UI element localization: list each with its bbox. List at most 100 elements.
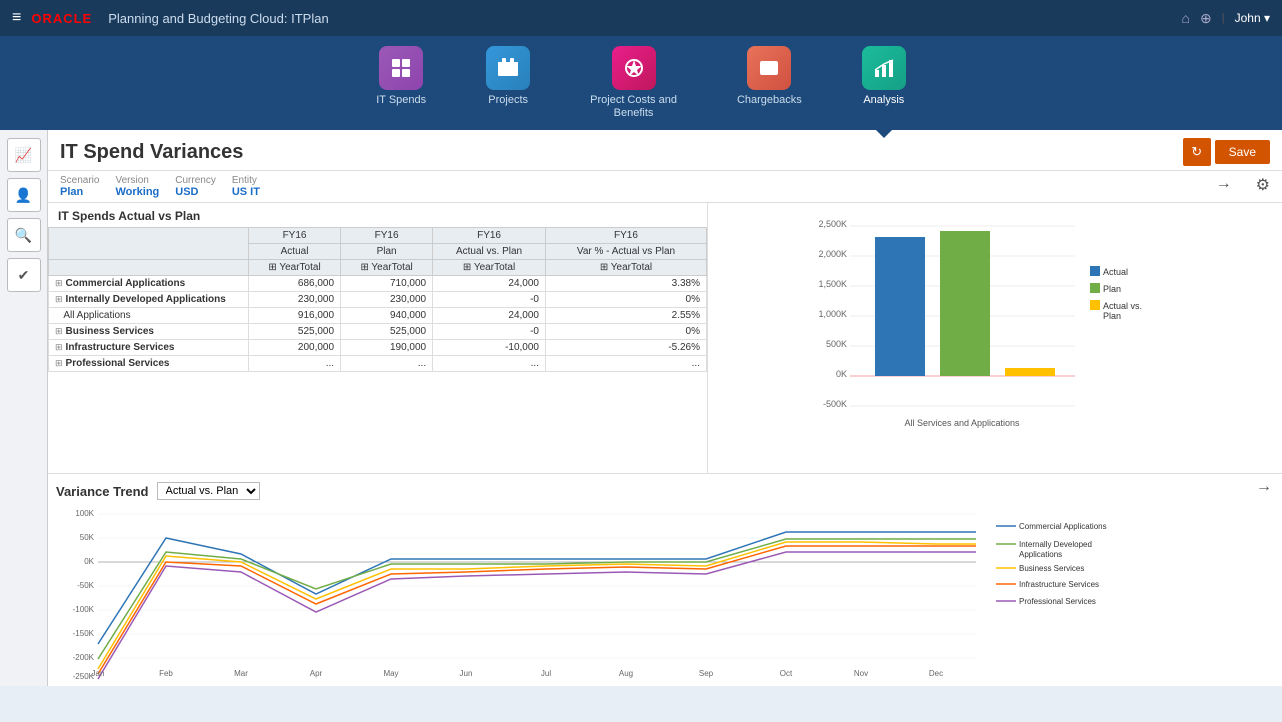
chargebacks-label: Chargebacks	[737, 94, 802, 107]
trend-nav-arrow[interactable]: →	[1256, 478, 1272, 496]
svg-text:Jun: Jun	[460, 669, 473, 678]
table-title: IT Spends Actual vs Plan	[48, 203, 707, 227]
main-area: 📈 👤 🔍 ✔ IT Spend Variances ↻ Save Scenar…	[0, 130, 1282, 686]
row-label: All Applications	[49, 308, 249, 324]
col-sub-0	[49, 260, 249, 276]
svg-text:Apr: Apr	[310, 669, 323, 678]
top-bar: ≡ ORACLE Planning and Budgeting Cloud: I…	[0, 0, 1282, 36]
svg-text:Infrastructure Services: Infrastructure Services	[1019, 580, 1099, 589]
cell-value: 24,000	[433, 276, 546, 292]
cell-value: 200,000	[249, 340, 341, 356]
line-internal	[98, 539, 976, 659]
svg-text:Nov: Nov	[854, 669, 868, 678]
col-type-1: Actual	[249, 244, 341, 260]
cell-value: 230,000	[341, 292, 433, 308]
cell-value: -10,000	[433, 340, 546, 356]
row-label: ⊞Professional Services	[49, 356, 249, 372]
col-fy-3: FY16	[433, 228, 546, 244]
top-bar-icons: ⌂ ⊕ | John ▾	[1182, 10, 1270, 27]
oracle-logo: ORACLE	[31, 11, 92, 26]
entity-meta: Entity US IT	[232, 175, 260, 198]
line-business	[98, 542, 976, 669]
row-label: ⊞Internally Developed Applications	[49, 292, 249, 308]
svg-text:Plan: Plan	[1103, 284, 1121, 294]
svg-text:May: May	[383, 669, 398, 678]
col-fy-4: FY16	[545, 228, 706, 244]
trend-section: Variance Trend Actual vs. Plan Actual Pl…	[48, 473, 1282, 686]
entity-value[interactable]: US IT	[232, 186, 260, 198]
save-button[interactable]: Save	[1215, 140, 1270, 164]
cell-value: ...	[545, 356, 706, 372]
nav-icons: IT Spends Projects Project Costs and Ben…	[0, 36, 1282, 130]
svg-text:All Services and Applications: All Services and Applications	[904, 418, 1020, 428]
app-title: Planning and Budgeting Cloud: ITPlan	[108, 11, 1171, 26]
version-value[interactable]: Working	[115, 186, 159, 198]
svg-text:0K: 0K	[836, 369, 847, 379]
refresh-button[interactable]: ↻	[1183, 138, 1211, 166]
svg-text:Feb: Feb	[159, 669, 173, 678]
project-costs-icon	[612, 46, 656, 90]
line-chart-svg: 100K 50K 0K -50K -100K -150K -200K -250K	[56, 504, 1156, 684]
svg-text:-150K: -150K	[73, 629, 95, 638]
nav-item-project-costs[interactable]: Project Costs and Benefits	[560, 36, 707, 130]
home-icon[interactable]: ⌂	[1182, 10, 1190, 26]
sidebar-btn-check[interactable]: ✔	[7, 258, 41, 292]
col-fy-1: FY16	[249, 228, 341, 244]
bar-chart-section: 2,500K 2,000K 1,500K 1,000K 500K 0K -500…	[708, 203, 1282, 473]
svg-text:Applications: Applications	[1019, 550, 1062, 559]
cell-value: 940,000	[341, 308, 433, 324]
user-menu[interactable]: John ▾	[1235, 11, 1270, 25]
line-commercial	[98, 532, 976, 644]
scenario-label: Scenario	[60, 175, 99, 186]
bar-chart-svg: 2,500K 2,000K 1,500K 1,000K 500K 0K -500…	[716, 211, 1274, 431]
nav-forward-btn[interactable]: →	[1216, 175, 1232, 198]
svg-text:Aug: Aug	[619, 669, 633, 678]
svg-text:1,500K: 1,500K	[818, 279, 847, 289]
col-sub-2: ⊞ YearTotal	[341, 260, 433, 276]
cell-value: 710,000	[341, 276, 433, 292]
col-sub-1: ⊞ YearTotal	[249, 260, 341, 276]
table-row: ⊞Professional Services............	[49, 356, 707, 372]
globe-icon[interactable]: ⊕	[1200, 10, 1212, 27]
svg-text:Actual: Actual	[1103, 267, 1128, 277]
sidebar-btn-search[interactable]: 🔍	[7, 218, 41, 252]
svg-text:Dec: Dec	[929, 669, 943, 678]
svg-text:50K: 50K	[80, 533, 95, 542]
cell-value: 0%	[545, 324, 706, 340]
cell-value: 230,000	[249, 292, 341, 308]
table-row: ⊞Commercial Applications686,000710,00024…	[49, 276, 707, 292]
nav-item-chargebacks[interactable]: Chargebacks	[707, 36, 832, 130]
cell-value: 525,000	[341, 324, 433, 340]
row-label: ⊞Infrastructure Services	[49, 340, 249, 356]
nav-item-analysis[interactable]: Analysis	[832, 36, 936, 130]
cell-value: 24,000	[433, 308, 546, 324]
svg-text:0K: 0K	[84, 557, 94, 566]
svg-text:Internally Developed: Internally Developed	[1019, 540, 1092, 549]
scenario-value[interactable]: Plan	[60, 186, 99, 198]
cell-value: 2.55%	[545, 308, 706, 324]
svg-text:1,000K: 1,000K	[818, 309, 847, 319]
cell-value: ...	[433, 356, 546, 372]
chargebacks-icon	[747, 46, 791, 90]
sidebar: 📈 👤 🔍 ✔	[0, 130, 48, 686]
nav-item-projects[interactable]: Projects	[456, 36, 560, 130]
settings-icon[interactable]: ⚙	[1256, 175, 1270, 198]
svg-text:Professional Services: Professional Services	[1019, 597, 1096, 606]
col-fy-2: FY16	[341, 228, 433, 244]
nav-item-it-spends[interactable]: IT Spends	[346, 36, 456, 130]
row-header-col	[49, 228, 249, 260]
svg-text:Mar: Mar	[234, 669, 248, 678]
sidebar-btn-user[interactable]: 👤	[7, 178, 41, 212]
trend-select[interactable]: Actual vs. Plan Actual Plan	[157, 482, 260, 500]
cell-value: -5.26%	[545, 340, 706, 356]
currency-value[interactable]: USD	[175, 186, 216, 198]
svg-text:500K: 500K	[826, 339, 847, 349]
version-label: Version	[115, 175, 159, 186]
it-spends-icon	[379, 46, 423, 90]
projects-label: Projects	[488, 94, 528, 107]
col-sub-3: ⊞ YearTotal	[433, 260, 546, 276]
svg-text:100K: 100K	[75, 509, 94, 518]
menu-icon[interactable]: ≡	[12, 9, 21, 27]
sidebar-btn-chart[interactable]: 📈	[7, 138, 41, 172]
svg-text:-200K: -200K	[73, 653, 95, 662]
